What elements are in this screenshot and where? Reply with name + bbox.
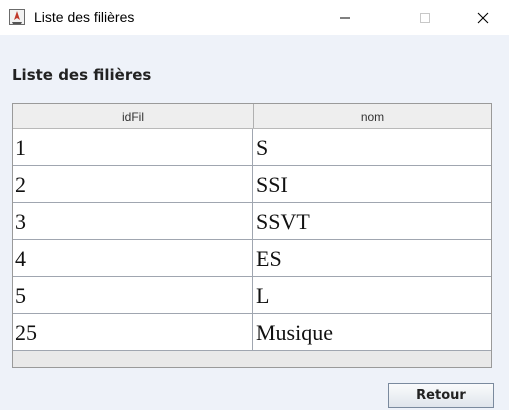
cell-nom[interactable]: S bbox=[254, 129, 491, 165]
cell-nom[interactable]: SSVT bbox=[254, 203, 491, 239]
page-title: Liste des filières bbox=[12, 66, 152, 84]
table-row[interactable]: 3 SSVT bbox=[13, 203, 491, 240]
cell-idfil[interactable]: 25 bbox=[13, 314, 253, 350]
table-row[interactable]: 25 Musique bbox=[13, 314, 491, 351]
table-row[interactable]: 2 SSI bbox=[13, 166, 491, 203]
minimize-button[interactable] bbox=[322, 0, 368, 35]
maximize-button[interactable] bbox=[402, 0, 448, 35]
cell-nom[interactable]: L bbox=[254, 277, 491, 313]
java-app-icon bbox=[9, 9, 25, 25]
cell-idfil[interactable]: 3 bbox=[13, 203, 253, 239]
cell-nom[interactable]: ES bbox=[254, 240, 491, 276]
cell-idfil[interactable]: 2 bbox=[13, 166, 253, 202]
minimize-icon bbox=[340, 17, 350, 18]
title-bar: Liste des filières bbox=[0, 0, 509, 35]
cell-nom[interactable]: SSI bbox=[254, 166, 491, 202]
column-header-nom[interactable]: nom bbox=[254, 104, 491, 128]
cell-idfil[interactable]: 1 bbox=[13, 129, 253, 165]
table-row[interactable]: 1 S bbox=[13, 129, 491, 166]
table-header: idFil nom bbox=[13, 104, 491, 129]
close-icon bbox=[477, 12, 489, 23]
filieres-table[interactable]: idFil nom 1 S 2 SSI 3 SSVT 4 ES 5 L 25 M… bbox=[12, 103, 492, 368]
table-row[interactable]: 4 ES bbox=[13, 240, 491, 277]
cell-idfil[interactable]: 5 bbox=[13, 277, 253, 313]
close-button[interactable] bbox=[460, 0, 506, 35]
retour-button[interactable]: Retour bbox=[388, 383, 494, 408]
table-row[interactable]: 5 L bbox=[13, 277, 491, 314]
maximize-icon bbox=[420, 12, 430, 23]
cell-idfil[interactable]: 4 bbox=[13, 240, 253, 276]
cell-nom[interactable]: Musique bbox=[254, 314, 491, 350]
column-header-idfil[interactable]: idFil bbox=[13, 104, 254, 128]
window-title: Liste des filières bbox=[34, 9, 135, 25]
